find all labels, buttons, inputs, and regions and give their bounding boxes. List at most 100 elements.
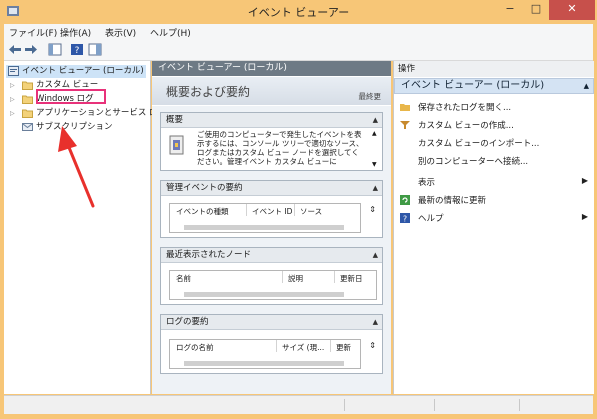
- back-arrow-icon[interactable]: [8, 43, 22, 56]
- collapse-icon[interactable]: ▲: [373, 248, 378, 262]
- column-divider: [282, 271, 283, 283]
- tree-item-app-service-logs[interactable]: ▷ アプリケーションとサービス ログ: [6, 107, 166, 120]
- menu-file[interactable]: ファイル(F): [9, 26, 57, 39]
- collapse-icon[interactable]: ▲: [373, 315, 378, 329]
- help-icon[interactable]: ?: [70, 43, 84, 56]
- maximize-button[interactable]: □: [523, 0, 549, 20]
- column-header[interactable]: イベント ID: [252, 206, 292, 217]
- admin-events-title: 管理イベントの要約: [166, 183, 243, 193]
- summary-panel: 概要 ▲ ご使用のコンピューターで発生したイベントを表示するには、コンソール ツ…: [160, 112, 383, 171]
- expand-arrow-icon[interactable]: ▷: [10, 107, 15, 120]
- column-header[interactable]: 更新日: [340, 273, 363, 284]
- status-bar: [4, 395, 593, 414]
- scroll-updown-icon[interactable]: ⇕: [369, 341, 376, 350]
- column-divider: [330, 340, 331, 352]
- admin-events-header[interactable]: 管理イベントの要約: [161, 181, 382, 196]
- action-label: カスタム ビューの作成...: [418, 121, 514, 131]
- column-divider: [246, 204, 247, 216]
- action-refresh[interactable]: 最新の情報に更新: [394, 191, 594, 209]
- admin-events-table: イベントの種類 イベント ID ソース: [169, 203, 361, 233]
- log-summary-title: ログの要約: [166, 317, 209, 327]
- expand-arrow-icon[interactable]: ▷: [10, 93, 15, 106]
- action-help[interactable]: ? ヘルプ ▶: [394, 209, 594, 227]
- menu-action[interactable]: 操作(A): [60, 26, 91, 39]
- action-label: 別のコンピューターへ接続...: [418, 157, 529, 167]
- column-header[interactable]: 説明: [288, 273, 303, 284]
- recent-nodes-title: 最近表示されたノード: [166, 250, 252, 260]
- summary-scrollbar[interactable]: ▲ ▼: [372, 130, 380, 168]
- center-header: イベント ビューアー (ローカル): [152, 61, 391, 76]
- column-header[interactable]: ログの名前: [176, 342, 214, 353]
- application-window: イベント ビューアー − □ ✕ ファイル(F) 操作(A) 表示(V) ヘルプ…: [0, 0, 597, 419]
- collapse-icon[interactable]: ▲: [578, 79, 589, 93]
- horizontal-scrollbar[interactable]: [184, 292, 344, 297]
- event-log-icon: [169, 135, 184, 155]
- action-label: カスタム ビューのインポート...: [418, 139, 540, 149]
- admin-events-panel: 管理イベントの要約 ▲ イベントの種類 イベント ID ソース ⇕: [160, 180, 383, 238]
- actions-section-header[interactable]: イベント ビューアー (ローカル) ▲: [394, 78, 594, 94]
- status-divider: [434, 399, 435, 411]
- action-import-custom-view[interactable]: カスタム ビューのインポート...: [394, 134, 594, 152]
- status-divider: [519, 399, 520, 411]
- horizontal-scrollbar[interactable]: [184, 361, 344, 366]
- log-summary-header[interactable]: ログの要約: [161, 315, 382, 330]
- expand-arrow-icon[interactable]: ▷: [10, 79, 15, 92]
- column-header[interactable]: サイズ (現...: [282, 342, 324, 353]
- summary-title: 概要: [166, 115, 184, 125]
- overview-title: 概要および要約: [166, 85, 251, 99]
- action-label: 表示: [418, 178, 436, 188]
- title-bar: イベント ビューアー − □ ✕: [0, 0, 597, 24]
- filter-icon: [400, 121, 410, 129]
- close-button[interactable]: ✕: [549, 0, 595, 20]
- actions-header: 操作: [394, 61, 594, 77]
- log-summary-panel: ログの要約 ▲ ログの名前 サイズ (現... 更新 ⇕: [160, 314, 383, 374]
- action-label: ヘルプ: [418, 214, 444, 224]
- menu-bar: ファイル(F) 操作(A) 表示(V) ヘルプ(H): [4, 24, 593, 40]
- action-label: 最新の情報に更新: [418, 196, 487, 206]
- action-create-custom-view[interactable]: カスタム ビューの作成...: [394, 116, 594, 134]
- column-header[interactable]: 名前: [176, 273, 191, 284]
- forward-arrow-icon[interactable]: [24, 43, 38, 56]
- highlight-box: [36, 89, 106, 104]
- column-divider: [334, 271, 335, 283]
- event-viewer-icon: [8, 66, 19, 76]
- menu-help[interactable]: ヘルプ(H): [150, 26, 191, 39]
- svg-text:?: ?: [403, 215, 407, 224]
- submenu-arrow-icon: ▶: [581, 212, 588, 221]
- console-tree-icon[interactable]: [48, 43, 62, 56]
- summary-panel-header[interactable]: 概要: [161, 113, 382, 128]
- center-pane: イベント ビューアー (ローカル) 概要および要約 最終更 概要 ▲ ご使用のコ…: [152, 61, 391, 394]
- collapse-icon[interactable]: ▲: [373, 181, 378, 195]
- column-header[interactable]: ソース: [300, 206, 322, 217]
- scroll-down-icon[interactable]: ▼: [372, 161, 377, 168]
- subscription-icon: [22, 123, 33, 131]
- action-open-saved-log[interactable]: 保存されたログを開く...: [394, 98, 594, 116]
- column-header[interactable]: イベントの種類: [176, 206, 229, 217]
- recent-nodes-table: 名前 説明 更新日: [169, 270, 377, 300]
- recent-nodes-header[interactable]: 最近表示されたノード: [161, 248, 382, 263]
- submenu-arrow-icon: ▶: [581, 176, 588, 185]
- recent-nodes-panel: 最近表示されたノード ▲ 名前 説明 更新日: [160, 247, 383, 305]
- svg-text:?: ?: [75, 46, 80, 56]
- tree-root-event-viewer[interactable]: イベント ビューアー (ローカル): [6, 65, 146, 78]
- scroll-up-icon[interactable]: ▲: [372, 130, 377, 137]
- minimize-button[interactable]: −: [497, 0, 523, 20]
- actions-pane: 操作 イベント ビューアー (ローカル) ▲ 保存されたログを開く... カスタ…: [393, 61, 594, 394]
- refresh-icon: [400, 195, 410, 205]
- action-view[interactable]: 表示 ▶: [394, 173, 594, 191]
- column-header[interactable]: 更新: [336, 342, 351, 353]
- horizontal-scrollbar[interactable]: [184, 225, 344, 230]
- tree-item-label: サブスクリプション: [36, 122, 113, 132]
- last-refresh-label: 最終更: [358, 92, 382, 101]
- scroll-updown-icon[interactable]: ⇕: [369, 205, 376, 214]
- tree-item-label: アプリケーションとサービス ログ: [36, 108, 167, 118]
- center-body: 概要 ▲ ご使用のコンピューターで発生したイベントを表示するには、コンソール ツ…: [152, 106, 391, 394]
- summary-text: ご使用のコンピューターで発生したイベントを表示するには、コンソール ツリーで適切…: [197, 130, 364, 166]
- status-divider: [344, 399, 345, 411]
- action-connect-computer[interactable]: 別のコンピューターへ接続...: [394, 152, 594, 170]
- collapse-icon[interactable]: ▲: [373, 113, 378, 127]
- action-pane-icon[interactable]: [88, 43, 102, 56]
- tree-item-subscriptions[interactable]: サブスクリプション: [6, 121, 146, 134]
- tree-root-label: イベント ビューアー (ローカル): [22, 66, 144, 76]
- menu-view[interactable]: 表示(V): [105, 26, 136, 39]
